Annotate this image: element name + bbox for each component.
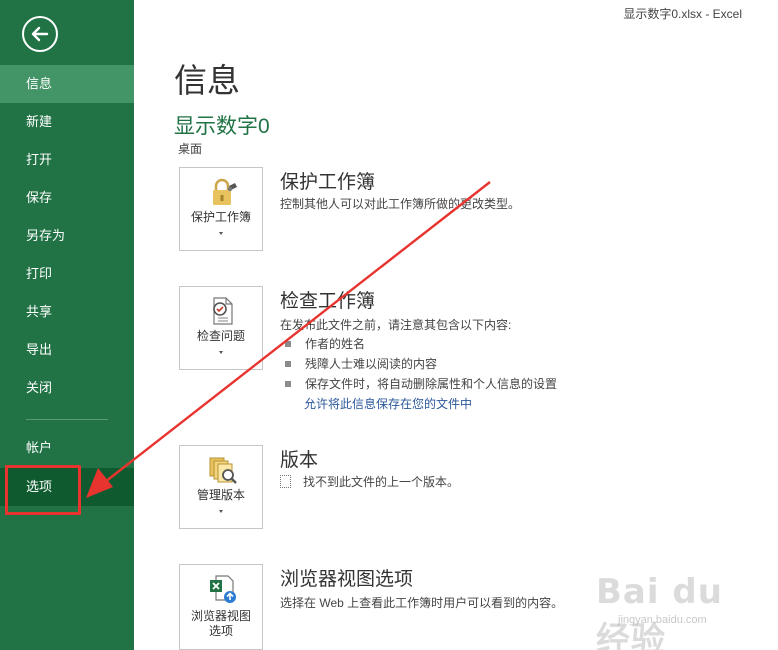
nav-close[interactable]: 关闭 bbox=[0, 369, 134, 407]
watermark-main-text: Bai du 经验 bbox=[596, 572, 723, 650]
protect-workbook-button-label: 保护工作簿 bbox=[190, 210, 251, 224]
inspect-workbook-title: 检查工作簿 bbox=[280, 291, 376, 312]
manage-versions-icon bbox=[209, 457, 237, 484]
nav-account[interactable]: 帐户 bbox=[0, 429, 134, 467]
document-name: 显示数字0 bbox=[174, 115, 270, 138]
nav-save-as[interactable]: 另存为 bbox=[0, 217, 134, 255]
check-for-issues-button[interactable]: 检查问题 bbox=[179, 286, 263, 370]
page-title: 信息 bbox=[174, 62, 240, 99]
inspect-bullet-item: 保存文件时，将自动删除属性和个人信息的设置 bbox=[285, 375, 557, 392]
browser-view-options-button-label: 浏览器视图 选项 bbox=[190, 609, 251, 638]
protect-workbook-button[interactable]: 保护工作簿 bbox=[179, 167, 263, 251]
protect-workbook-description: 控制其他人可以对此工作簿所做的更改类型。 bbox=[280, 197, 521, 211]
document-icon bbox=[280, 475, 291, 489]
lock-icon bbox=[213, 178, 237, 205]
chevron-down-icon bbox=[219, 351, 223, 354]
nav-print[interactable]: 打印 bbox=[0, 255, 134, 293]
window-title: 显示数字0.xlsx - Excel bbox=[623, 7, 742, 21]
backstage-sidebar: 信息 新建 打开 保存 另存为 打印 共享 导出 关闭 帐户 选项 bbox=[0, 0, 134, 650]
inspect-workbook-description: 在发布此文件之前，请注意其包含以下内容: bbox=[280, 318, 512, 332]
check-for-issues-button-label: 检查问题 bbox=[196, 329, 245, 343]
nav-save[interactable]: 保存 bbox=[0, 179, 134, 217]
inspect-bullet-item: 残障人士难以阅读的内容 bbox=[285, 355, 437, 372]
bullet-square-icon bbox=[285, 340, 291, 347]
chevron-down-icon bbox=[219, 232, 223, 235]
bullet-square-icon bbox=[285, 360, 291, 367]
nav-info[interactable]: 信息 bbox=[0, 65, 134, 103]
nav-share[interactable]: 共享 bbox=[0, 293, 134, 331]
browser-view-description: 选择在 Web 上查看此工作簿时用户可以看到的内容。 bbox=[280, 596, 564, 610]
chevron-down-icon bbox=[219, 510, 223, 513]
inspect-bullet-item: 作者的姓名 bbox=[285, 335, 365, 352]
nav-export[interactable]: 导出 bbox=[0, 331, 134, 369]
manage-versions-button-label: 管理版本 bbox=[196, 488, 245, 502]
back-arrow-icon bbox=[31, 26, 49, 42]
protect-workbook-title: 保护工作簿 bbox=[280, 172, 376, 193]
versions-title: 版本 bbox=[280, 450, 319, 471]
excel-web-icon bbox=[210, 575, 236, 603]
annotation-highlight-box bbox=[5, 465, 81, 515]
versions-description: 找不到此文件的上一个版本。 bbox=[280, 473, 459, 490]
baidu-watermark: Bai du 经验 jingyan.baidu.com bbox=[588, 568, 748, 650]
nav-new[interactable]: 新建 bbox=[0, 103, 134, 141]
browser-view-title: 浏览器视图选项 bbox=[280, 569, 414, 590]
bullet-square-icon bbox=[285, 380, 291, 387]
back-button[interactable] bbox=[22, 16, 58, 52]
watermark-sub-text: jingyan.baidu.com bbox=[618, 614, 707, 626]
nav-open[interactable]: 打开 bbox=[0, 141, 134, 179]
allow-info-saved-link[interactable]: 允许将此信息保存在您的文件中 bbox=[304, 395, 472, 412]
nav-divider bbox=[26, 419, 108, 420]
inspect-document-icon bbox=[213, 297, 233, 325]
manage-versions-button[interactable]: 管理版本 bbox=[179, 445, 263, 529]
browser-view-options-button[interactable]: 浏览器视图 选项 bbox=[179, 564, 263, 650]
document-location: 桌面 bbox=[178, 142, 203, 156]
